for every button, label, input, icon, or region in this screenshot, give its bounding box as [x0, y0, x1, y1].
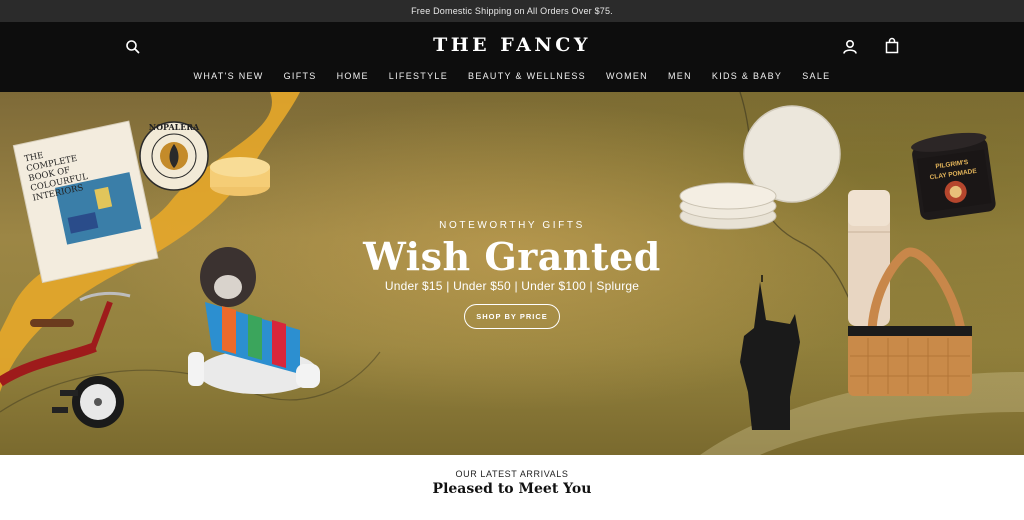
nav-whats-new[interactable]: WHAT'S NEW: [194, 71, 264, 81]
hero-content: NOTEWORTHY GIFTS Wish Granted Under $15 …: [0, 220, 1024, 329]
nav-men[interactable]: MEN: [668, 71, 692, 81]
hero-title: Wish Granted: [363, 234, 661, 279]
nav-beauty-wellness[interactable]: BEAUTY & WELLNESS: [468, 71, 586, 81]
main-nav: WHAT'S NEW GIFTS HOME LIFESTYLE BEAUTY &…: [0, 71, 1024, 81]
hero-eyebrow: NOTEWORTHY GIFTS: [439, 220, 585, 231]
seal-text: NOPALERA: [149, 122, 200, 132]
arrivals-eyebrow: OUR LATEST ARRIVALS: [455, 469, 569, 479]
plates-image[interactable]: [679, 105, 841, 230]
nav-sale[interactable]: SALE: [802, 71, 830, 81]
site-logo[interactable]: THE FANCY: [0, 34, 1024, 56]
hero-subtitle: Under $15 | Under $50 | Under $100 | Spl…: [384, 279, 640, 293]
nav-women[interactable]: WOMEN: [606, 71, 648, 81]
announcement-bar: Free Domestic Shipping on All Orders Ove…: [0, 0, 1024, 22]
latest-arrivals-section: OUR LATEST ARRIVALS Pleased to Meet You: [0, 469, 1024, 497]
pomade-jar-image[interactable]: PILGRIM'S CLAY POMADE: [910, 129, 997, 221]
user-icon[interactable]: [841, 38, 859, 56]
hero-banner[interactable]: THE COMPLETE BOOK OF COLOURFUL INTERIORS…: [0, 92, 1024, 455]
site-header: THE FANCY WHAT'S NEW GIFTS HOME LIFESTYL…: [0, 22, 1024, 92]
arrivals-title: Pleased to Meet You: [432, 481, 592, 497]
announcement-text: Free Domestic Shipping on All Orders Ove…: [411, 6, 613, 16]
shop-by-price-button[interactable]: SHOP BY PRICE: [464, 304, 560, 329]
nav-kids-baby[interactable]: KIDS & BABY: [712, 71, 782, 81]
nav-home[interactable]: HOME: [337, 71, 369, 81]
nopalera-seal-image[interactable]: NOPALERA: [139, 121, 209, 191]
nav-lifestyle[interactable]: LIFESTYLE: [389, 71, 448, 81]
shopping-bag-icon[interactable]: [883, 37, 901, 55]
nav-gifts[interactable]: GIFTS: [284, 71, 317, 81]
